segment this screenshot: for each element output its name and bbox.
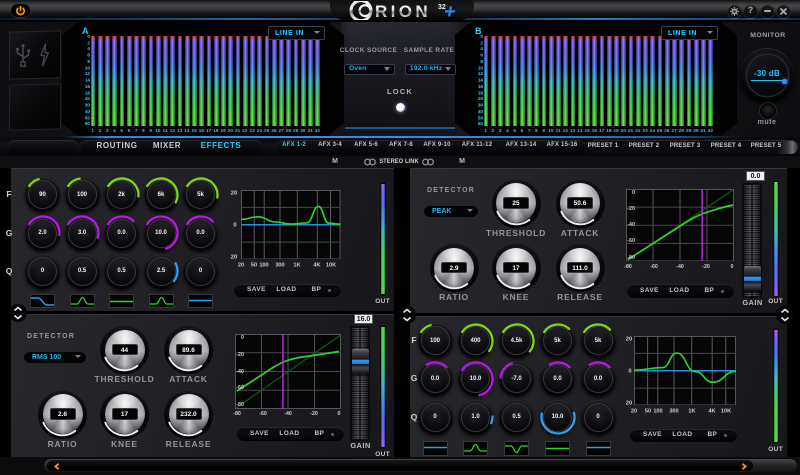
- svg-text:RION: RION: [375, 1, 431, 19]
